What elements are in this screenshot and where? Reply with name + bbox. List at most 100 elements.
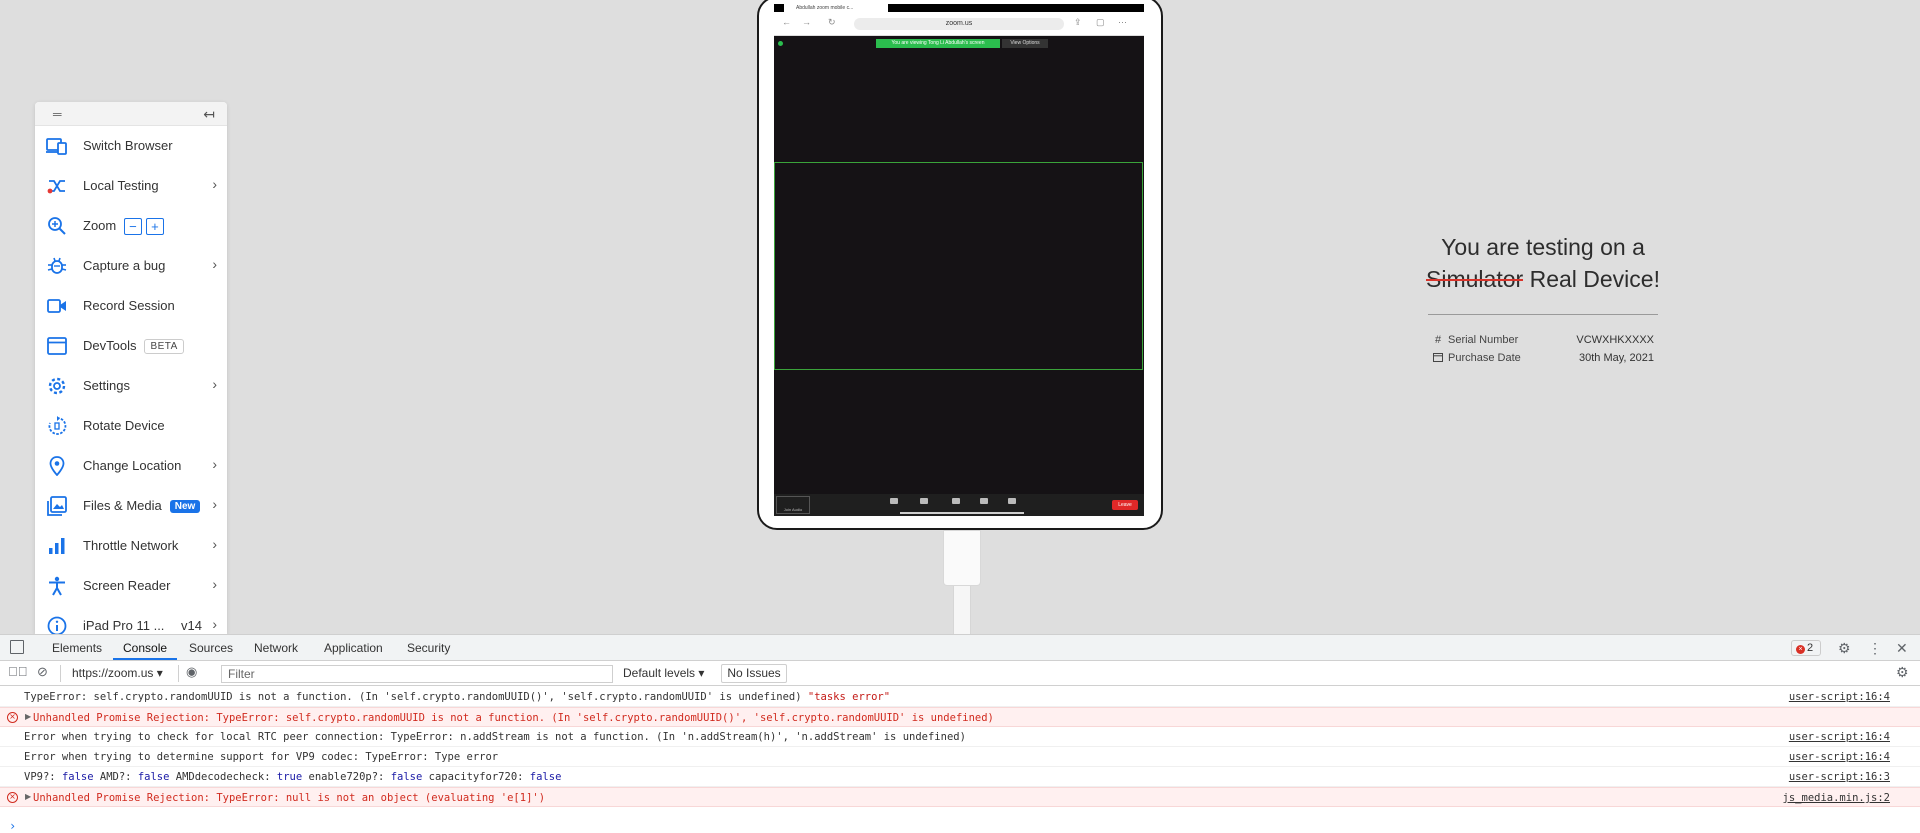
- tab-sources[interactable]: Sources: [189, 641, 233, 655]
- divider: [1428, 314, 1658, 315]
- sidebar-item-label: Screen Reader: [83, 578, 171, 593]
- sidebar-item-label: Local Testing: [83, 178, 159, 193]
- browser-window-icon: [46, 336, 68, 356]
- sidebar-toggle-icon[interactable]: ▸⃞: [8, 664, 28, 679]
- forward-icon[interactable]: →: [802, 17, 811, 27]
- sidebar-item-capture-bug[interactable]: Capture a bug ›: [35, 246, 227, 286]
- calendar-icon: [1432, 352, 1444, 365]
- expand-triangle-icon[interactable]: ▶: [25, 712, 31, 721]
- sidebar-item-label: iPad Pro 11 ...: [83, 618, 165, 633]
- tab-network[interactable]: Network: [254, 641, 298, 655]
- chevron-right-icon: ›: [212, 616, 217, 632]
- zoom-icon: [46, 216, 68, 236]
- reload-icon[interactable]: ↻: [828, 17, 836, 28]
- log-levels-select[interactable]: Default levels ▾: [623, 666, 704, 680]
- browser-tabstrip: Abdullah zoom mobile c...: [774, 4, 1144, 12]
- collapse-sidebar-icon[interactable]: ↤: [203, 106, 215, 123]
- more-icon[interactable]: ⋯: [1118, 17, 1127, 28]
- error-icon: ×: [7, 792, 18, 803]
- kebab-menu-icon[interactable]: ⋮: [1868, 640, 1882, 657]
- sidebar-item-label: Change Location: [83, 458, 182, 473]
- more-options-icon[interactable]: [1008, 498, 1016, 504]
- tab-application[interactable]: Application: [324, 641, 383, 655]
- sidebar-item-local-testing[interactable]: Local Testing ›: [35, 166, 227, 206]
- serial-number-value: VCWXHKXXXX: [1576, 334, 1654, 346]
- error-entry[interactable]: × ▶ Unhandled Promise Rejection: TypeErr…: [0, 707, 1920, 727]
- clear-console-icon[interactable]: ⊘: [37, 664, 48, 680]
- shield-icon: [778, 41, 783, 46]
- devices-icon: [46, 136, 68, 156]
- sidebar-item-record-session[interactable]: Record Session: [35, 286, 227, 326]
- log-source-link[interactable]: js_media.min.js:2: [1783, 792, 1890, 804]
- sidebar-item-label: Zoom: [83, 218, 117, 233]
- chevron-right-icon: ›: [212, 496, 217, 512]
- log-source-link[interactable]: user-script:16:3: [1789, 771, 1890, 783]
- video-camera-icon: [46, 296, 68, 316]
- share-icon[interactable]: ⇪: [1074, 17, 1082, 28]
- console-toolbar: ▸⃞ ⊘ https://zoom.us ▾ ◉ Default levels …: [0, 661, 1920, 686]
- sidebar-item-settings[interactable]: Settings ›: [35, 366, 227, 406]
- devtools-tabbar: Elements Console Sources Network Applica…: [0, 635, 1920, 661]
- reactions-icon[interactable]: [980, 498, 988, 504]
- tab-console[interactable]: Console: [123, 641, 167, 655]
- drag-handle-icon[interactable]: ═: [53, 108, 67, 120]
- expand-triangle-icon[interactable]: ▶: [25, 792, 31, 801]
- error-entry[interactable]: × ▶ Unhandled Promise Rejection: TypeErr…: [0, 787, 1920, 807]
- device-screen[interactable]: Abdullah zoom mobile c... ← → ↻ zoom.us …: [774, 4, 1144, 516]
- log-source-link[interactable]: user-script:16:4: [1789, 691, 1890, 703]
- log-source-link[interactable]: user-script:16:4: [1789, 731, 1890, 743]
- purchase-date-row: Purchase Date 30th May, 2021: [1432, 352, 1654, 368]
- shuffle-icon: [46, 176, 68, 196]
- sidebar-item-change-location[interactable]: Change Location ›: [35, 446, 227, 486]
- sidebar-item-switch-browser[interactable]: Switch Browser: [35, 126, 227, 166]
- chat-icon[interactable]: [920, 498, 928, 504]
- close-icon[interactable]: ✕: [1896, 640, 1908, 657]
- log-entry: Error when trying to check for local RTC…: [0, 727, 1920, 747]
- location-pin-icon: [46, 456, 68, 476]
- console-prompt[interactable]: ›: [9, 819, 16, 833]
- back-icon[interactable]: ←: [782, 17, 791, 27]
- progress-bar: [900, 512, 1024, 514]
- tabs-icon[interactable]: ▢: [1096, 17, 1105, 28]
- context-select[interactable]: https://zoom.us ▾: [72, 666, 163, 680]
- inspect-element-icon[interactable]: [10, 640, 24, 654]
- issues-button[interactable]: No Issues: [721, 664, 787, 683]
- sidebar-item-files-media[interactable]: Files & Media New ›: [35, 486, 227, 526]
- chevron-right-icon: ›: [212, 376, 217, 392]
- zoom-out-button[interactable]: −: [123, 218, 142, 236]
- share-screen-icon[interactable]: [952, 498, 960, 504]
- sidebar-item-label: Rotate Device: [83, 418, 165, 433]
- sidebar-item-rotate-device[interactable]: Rotate Device: [35, 406, 227, 446]
- sidebar-item-devtools[interactable]: DevTools BETA: [35, 326, 227, 366]
- view-options-button[interactable]: View Options: [1002, 39, 1048, 48]
- filter-input[interactable]: [221, 665, 613, 683]
- leave-button[interactable]: Leave: [1112, 500, 1138, 510]
- participants-icon[interactable]: [890, 498, 898, 504]
- info-subtitle: Simulator Real Device!: [1408, 266, 1678, 293]
- sidebar-item-throttle-network[interactable]: Throttle Network ›: [35, 526, 227, 566]
- toolbar-sidebar: ═ ↤ Switch Browser Local Testing › Zoom …: [35, 102, 227, 634]
- beta-badge: BETA: [144, 339, 184, 355]
- browser-tab[interactable]: Abdullah zoom mobile c...: [784, 4, 888, 12]
- eye-icon[interactable]: ◉: [186, 664, 197, 680]
- tab-elements[interactable]: Elements: [52, 641, 102, 655]
- sidebar-item-label: Files & Media: [83, 498, 162, 513]
- meeting-controls: Join Audio Leave: [774, 494, 1144, 516]
- zoom-in-button[interactable]: +: [145, 218, 164, 236]
- shared-video-area: [774, 162, 1143, 370]
- sidebar-item-screen-reader[interactable]: Screen Reader ›: [35, 566, 227, 606]
- tab-security[interactable]: Security: [407, 641, 450, 655]
- gear-icon: [46, 376, 68, 396]
- sidebar-item-device-info[interactable]: iPad Pro 11 ... v14 ›: [35, 606, 227, 634]
- settings-gear-icon[interactable]: ⚙: [1838, 640, 1851, 657]
- console-settings-icon[interactable]: ⚙: [1896, 664, 1909, 681]
- sidebar-item-label: Throttle Network: [83, 538, 179, 553]
- url-field[interactable]: zoom.us: [854, 18, 1064, 30]
- hash-icon: #: [1434, 334, 1442, 346]
- log-source-link[interactable]: user-script:16:4: [1789, 751, 1890, 763]
- log-entry: Error when trying to determine support f…: [0, 747, 1920, 767]
- error-count-badge[interactable]: × 2: [1791, 640, 1821, 656]
- serial-number-row: # Serial Number VCWXHKXXXX: [1432, 334, 1654, 350]
- active-tab-indicator: [113, 658, 177, 660]
- join-audio-button[interactable]: Join Audio: [776, 496, 810, 514]
